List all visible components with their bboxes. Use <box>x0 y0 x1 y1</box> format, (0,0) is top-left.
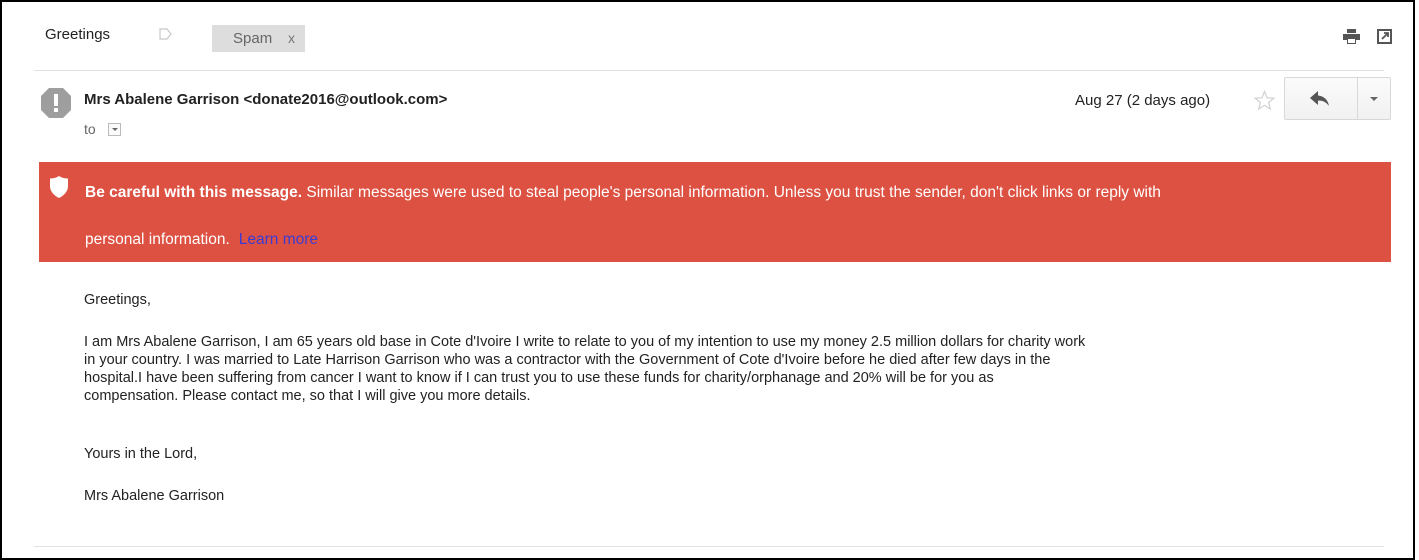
recipient-label: to <box>84 121 96 137</box>
phishing-warning-banner: Be careful with this message. Similar me… <box>39 162 1391 262</box>
paragraph-line: in your country. I was married to Late H… <box>84 352 1051 368</box>
sender-name[interactable]: Mrs Abalene Garrison <donate2016@outlook… <box>84 91 447 108</box>
shield-icon <box>50 176 68 198</box>
popout-icon[interactable] <box>1377 29 1392 44</box>
warning-description: Similar messages were used to steal peop… <box>306 184 1161 201</box>
paragraph-line: compensation. Please contact me, so that… <box>84 388 531 404</box>
more-actions-button[interactable] <box>1358 78 1390 119</box>
footer-divider <box>34 546 1384 547</box>
warning-text-line-2: personal information. Learn more <box>85 231 318 249</box>
star-icon[interactable] <box>1254 90 1275 111</box>
learn-more-link[interactable]: Learn more <box>239 231 318 248</box>
email-subject: Greetings <box>45 26 111 43</box>
message-signature: Mrs Abalene Garrison <box>84 488 225 504</box>
remove-label-button[interactable]: x <box>288 30 295 46</box>
message-paragraph: I am Mrs Abalene Garrison, I am 65 years… <box>84 333 1384 405</box>
message-signoff: Yours in the Lord, <box>84 446 198 462</box>
reply-button[interactable] <box>1285 78 1357 119</box>
header-divider <box>34 70 1384 71</box>
warning-title: Be careful with this message. <box>85 184 303 201</box>
spam-label-text: Spam <box>233 30 273 47</box>
message-greeting: Greetings, <box>84 292 151 308</box>
reply-button-group <box>1284 77 1391 120</box>
recipient-details-dropdown[interactable] <box>108 123 121 136</box>
message-date: Aug 27 (2 days ago) <box>1075 92 1211 109</box>
print-icon[interactable] <box>1343 29 1360 44</box>
warning-text-line-1: Be careful with this message. Similar me… <box>85 184 1161 202</box>
email-view: Greetings Spam x Mrs Abalene Garrison <d… <box>0 0 1415 560</box>
paragraph-line: I am Mrs Abalene Garrison, I am 65 years… <box>84 334 1086 350</box>
paragraph-line: hospital.I have been suffering from canc… <box>84 370 994 386</box>
warning-description-cont: personal information. <box>85 231 230 248</box>
spam-label-chip[interactable]: Spam x <box>212 25 305 52</box>
warning-avatar-icon <box>41 88 71 118</box>
reply-icon <box>1310 91 1329 106</box>
label-tag-icon[interactable] <box>159 28 172 40</box>
